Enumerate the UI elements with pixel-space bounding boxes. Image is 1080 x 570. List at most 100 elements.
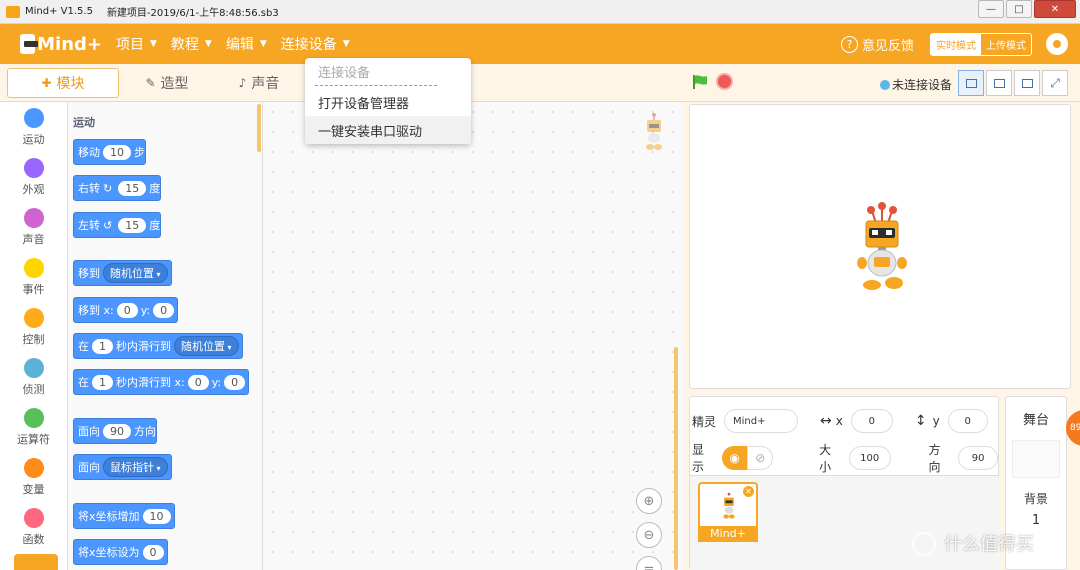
normal-stage-button[interactable] — [986, 70, 1012, 96]
menu-tutorial[interactable]: 教程 ▼ — [171, 34, 212, 54]
sprite-label: 精灵 — [692, 414, 717, 429]
tab-label: 造型 — [160, 76, 189, 92]
dropdown-item-install-driver[interactable]: 一键安装串口驱动 — [305, 116, 471, 144]
category-sensing[interactable]: 侦测 — [0, 352, 67, 402]
category-dot-icon — [23, 157, 44, 178]
window-title: Mind+ V1.5.5 — [25, 6, 93, 17]
category-dot-icon — [23, 257, 44, 278]
x-label: x — [835, 414, 843, 428]
tab-blocks[interactable]: ✚ 模块 — [7, 68, 119, 98]
maximize-button[interactable]: □ — [1006, 0, 1032, 18]
mindplus-robot-sprite[interactable] — [854, 201, 910, 293]
block-change-x[interactable]: 将x坐标增加 10 — [73, 503, 175, 529]
small-stage-button[interactable] — [958, 70, 984, 96]
block-input[interactable]: 0 — [224, 374, 246, 390]
block-input[interactable]: 1 — [92, 338, 113, 354]
realtime-mode-button[interactable]: 实时模式 — [931, 33, 981, 55]
sprite-name-input[interactable]: Mind+ — [724, 409, 799, 433]
block-text: 面向 — [78, 425, 100, 438]
zoom-reset-icon: = — [643, 561, 655, 570]
block-turn-left[interactable]: 左转 ↺ 15 度 — [73, 212, 162, 238]
block-input[interactable]: 1 — [92, 374, 113, 390]
palette-scrollbar[interactable] — [257, 104, 261, 152]
block-dropdown[interactable]: 随机位置 — [174, 336, 239, 356]
category-label: 外观 — [22, 182, 45, 196]
block-glide-to-xy[interactable]: 在 1 秒内滑行到 x: 0 y: 0 — [73, 369, 250, 395]
backdrop-label: 背景 — [1023, 492, 1048, 506]
category-motion[interactable]: 运动 — [0, 102, 67, 152]
block-goto[interactable]: 移到 随机位置 — [73, 260, 172, 286]
block-input[interactable]: 15 — [118, 180, 147, 196]
category-functions[interactable]: 函数 — [0, 502, 67, 552]
menu-project[interactable]: 项目 ▼ — [116, 34, 157, 54]
zoom-reset-button[interactable]: = — [636, 556, 662, 570]
block-goto-xy[interactable]: 移到 x: 0 y: 0 — [73, 297, 179, 323]
block-dropdown[interactable]: 鼠标指针 — [103, 457, 168, 477]
direction-input[interactable]: 90 — [958, 446, 998, 470]
block-palette: 运动 移动 10 步 右转 ↻ 15 度 左转 ↺ 15 度 移到 随机位置 移… — [68, 102, 263, 570]
zoom-in-button[interactable]: ⊕ — [636, 488, 662, 514]
layout-small-icon — [965, 78, 977, 88]
sprite-thumbnail-image — [723, 492, 735, 519]
block-input[interactable]: 0 — [153, 302, 175, 318]
direction-label: 方向 — [928, 443, 941, 474]
category-sound[interactable]: 声音 — [0, 202, 67, 252]
y-input[interactable]: 0 — [947, 409, 988, 433]
hide-sprite-button[interactable]: ⊘ — [747, 446, 774, 470]
tab-sounds[interactable]: ♪ 声音 — [215, 68, 303, 98]
tab-costumes[interactable]: ✎ 造型 — [123, 68, 211, 98]
script-area[interactable]: ⊕ ⊖ = — [263, 102, 683, 570]
dropdown-item-device-manager[interactable]: 打开设备管理器 — [305, 88, 471, 116]
feedback-button[interactable]: ? 意见反馈 — [840, 35, 914, 54]
block-input[interactable]: 0 — [116, 302, 138, 318]
stage-column: 精灵 Mind+ ↔ x 0 ↕ y 0 显示 ◉ ⊘ 大小 100 方向 90… — [683, 102, 1080, 570]
fullscreen-button[interactable]: ⤢ — [1042, 70, 1068, 96]
block-dropdown[interactable]: 随机位置 — [103, 263, 168, 283]
menu-edit[interactable]: 编辑 ▼ — [226, 34, 267, 54]
large-stage-button[interactable] — [1014, 70, 1040, 96]
block-input[interactable]: 10 — [142, 508, 171, 524]
block-text: 移动 — [78, 146, 100, 159]
category-operators[interactable]: 运算符 — [0, 402, 67, 452]
block-input[interactable]: 15 — [118, 217, 147, 233]
caret-down-icon: ▼ — [204, 39, 212, 49]
close-button[interactable]: ✕ — [1034, 0, 1076, 18]
category-events[interactable]: 事件 — [0, 252, 67, 302]
block-input[interactable]: 10 — [103, 144, 131, 160]
block-text: 秒内滑行到 — [116, 340, 171, 353]
block-point-direction[interactable]: 面向 90 方向 — [73, 418, 157, 444]
menu-label: 连接设备 — [280, 37, 337, 53]
upload-mode-button[interactable]: 上传模式 — [981, 34, 1031, 55]
minimize-button[interactable]: — — [978, 0, 1004, 18]
menu-connect-device[interactable]: 连接设备 ▼ — [281, 34, 350, 54]
category-label: 变量 — [22, 482, 45, 496]
block-move-steps[interactable]: 移动 10 步 — [73, 139, 146, 165]
delete-sprite-icon[interactable]: ✕ — [743, 486, 754, 497]
block-turn-right[interactable]: 右转 ↻ 15 度 — [73, 175, 162, 201]
size-input[interactable]: 100 — [848, 446, 891, 470]
zoom-out-button[interactable]: ⊖ — [636, 522, 662, 548]
watermark-text: 什么值得买 — [944, 534, 1034, 555]
show-sprite-button[interactable]: ◉ — [721, 446, 748, 470]
script-scrollbar[interactable] — [674, 347, 678, 570]
y-label: y — [932, 414, 940, 428]
category-control[interactable]: 控制 — [0, 302, 67, 352]
block-point-towards[interactable]: 面向 鼠标指针 — [73, 454, 172, 480]
sprite-thumbnail[interactable]: ✕ Mind+ — [698, 482, 758, 542]
x-input[interactable]: 0 — [850, 409, 893, 433]
block-text: 将x坐标增加 — [78, 510, 140, 523]
green-flag-icon[interactable] — [692, 74, 708, 90]
gear-icon[interactable] — [1046, 33, 1068, 55]
category-variables[interactable]: 变量 — [0, 452, 67, 502]
stage-thumbnail[interactable] — [1012, 440, 1060, 478]
extensions-button[interactable] — [14, 554, 58, 570]
block-set-x[interactable]: 将x坐标设为 0 — [73, 539, 168, 565]
category-looks[interactable]: 外观 — [0, 152, 67, 202]
stage-canvas[interactable] — [689, 104, 1071, 389]
block-input[interactable]: 0 — [187, 374, 209, 390]
menu-label: 编辑 — [225, 37, 254, 53]
block-input[interactable]: 0 — [142, 544, 164, 560]
block-input[interactable]: 90 — [103, 423, 131, 439]
stop-icon[interactable] — [716, 73, 733, 90]
block-glide-to[interactable]: 在 1 秒内滑行到 随机位置 — [73, 333, 243, 359]
